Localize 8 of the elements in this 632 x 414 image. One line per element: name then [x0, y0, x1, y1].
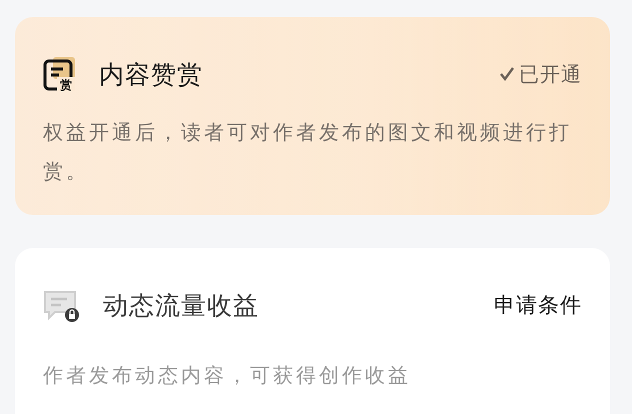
- benefit-title: 动态流量收益: [103, 290, 260, 322]
- conditions-link[interactable]: 申请条件: [494, 291, 582, 319]
- benefit-description: 作者发布动态内容，可获得创作收益: [43, 362, 412, 389]
- check-icon: [499, 66, 515, 82]
- benefit-title: 内容赞赏: [99, 58, 204, 90]
- locked-message-icon: [43, 288, 81, 322]
- benefit-description: 权益开通后，读者可对作者发布的图文和视频进行打赏。: [43, 119, 573, 185]
- status-label: 已开通: [519, 60, 582, 88]
